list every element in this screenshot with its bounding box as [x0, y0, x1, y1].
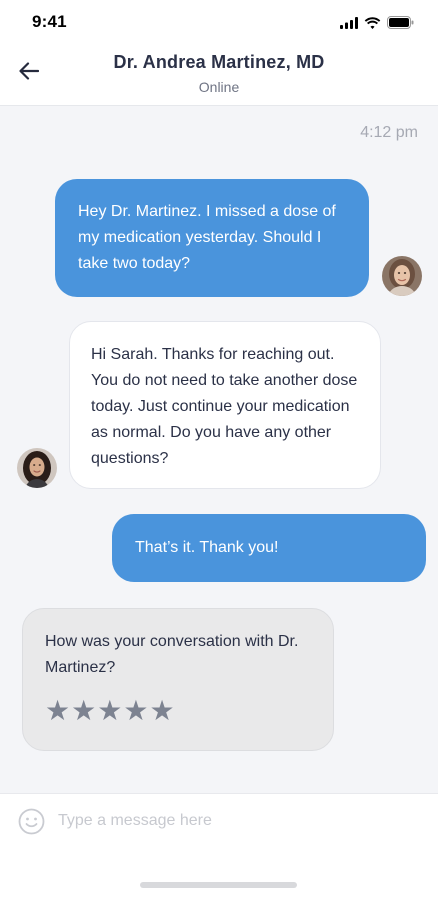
emoji-button[interactable]: [18, 808, 45, 835]
rating-stars[interactable]: ★ ★ ★ ★ ★: [45, 697, 311, 725]
outgoing-message-bubble[interactable]: Hey Dr. Martinez. I missed a dose of my …: [55, 179, 369, 297]
battery-icon: [387, 16, 414, 29]
star-icon[interactable]: ★: [123, 697, 148, 725]
user-avatar: [382, 256, 422, 296]
message-timestamp: 4:12 pm: [360, 124, 418, 141]
home-indicator: [140, 882, 297, 888]
status-bar: 9:41: [0, 0, 438, 44]
smiley-icon: [18, 808, 45, 835]
star-icon[interactable]: ★: [45, 697, 70, 725]
outgoing-message-bubble[interactable]: That’s it. Thank you!: [112, 514, 426, 582]
rating-question: How was your conversation with Dr. Marti…: [45, 633, 299, 676]
rating-card: How was your conversation with Dr. Marti…: [22, 608, 334, 751]
message-input[interactable]: [58, 806, 408, 836]
wifi-icon: [364, 16, 381, 29]
status-time: 9:41: [32, 12, 67, 31]
star-icon[interactable]: ★: [97, 697, 122, 725]
status-icons: [340, 16, 414, 29]
doctor-avatar: [17, 448, 57, 488]
star-icon[interactable]: ★: [149, 697, 174, 725]
message-composer: [0, 793, 438, 898]
incoming-message-bubble[interactable]: Hi Sarah. Thanks for reaching out. You d…: [69, 321, 381, 489]
star-icon[interactable]: ★: [71, 697, 96, 725]
chat-area[interactable]: 4:12 pm Hey Dr. Martinez. I missed a dos…: [0, 106, 438, 793]
contact-name: Dr. Andrea Martinez, MD: [113, 52, 325, 72]
signal-icon: [340, 16, 358, 29]
contact-status: Online: [198, 79, 240, 95]
chat-header: Dr. Andrea Martinez, MD Online: [0, 44, 438, 106]
